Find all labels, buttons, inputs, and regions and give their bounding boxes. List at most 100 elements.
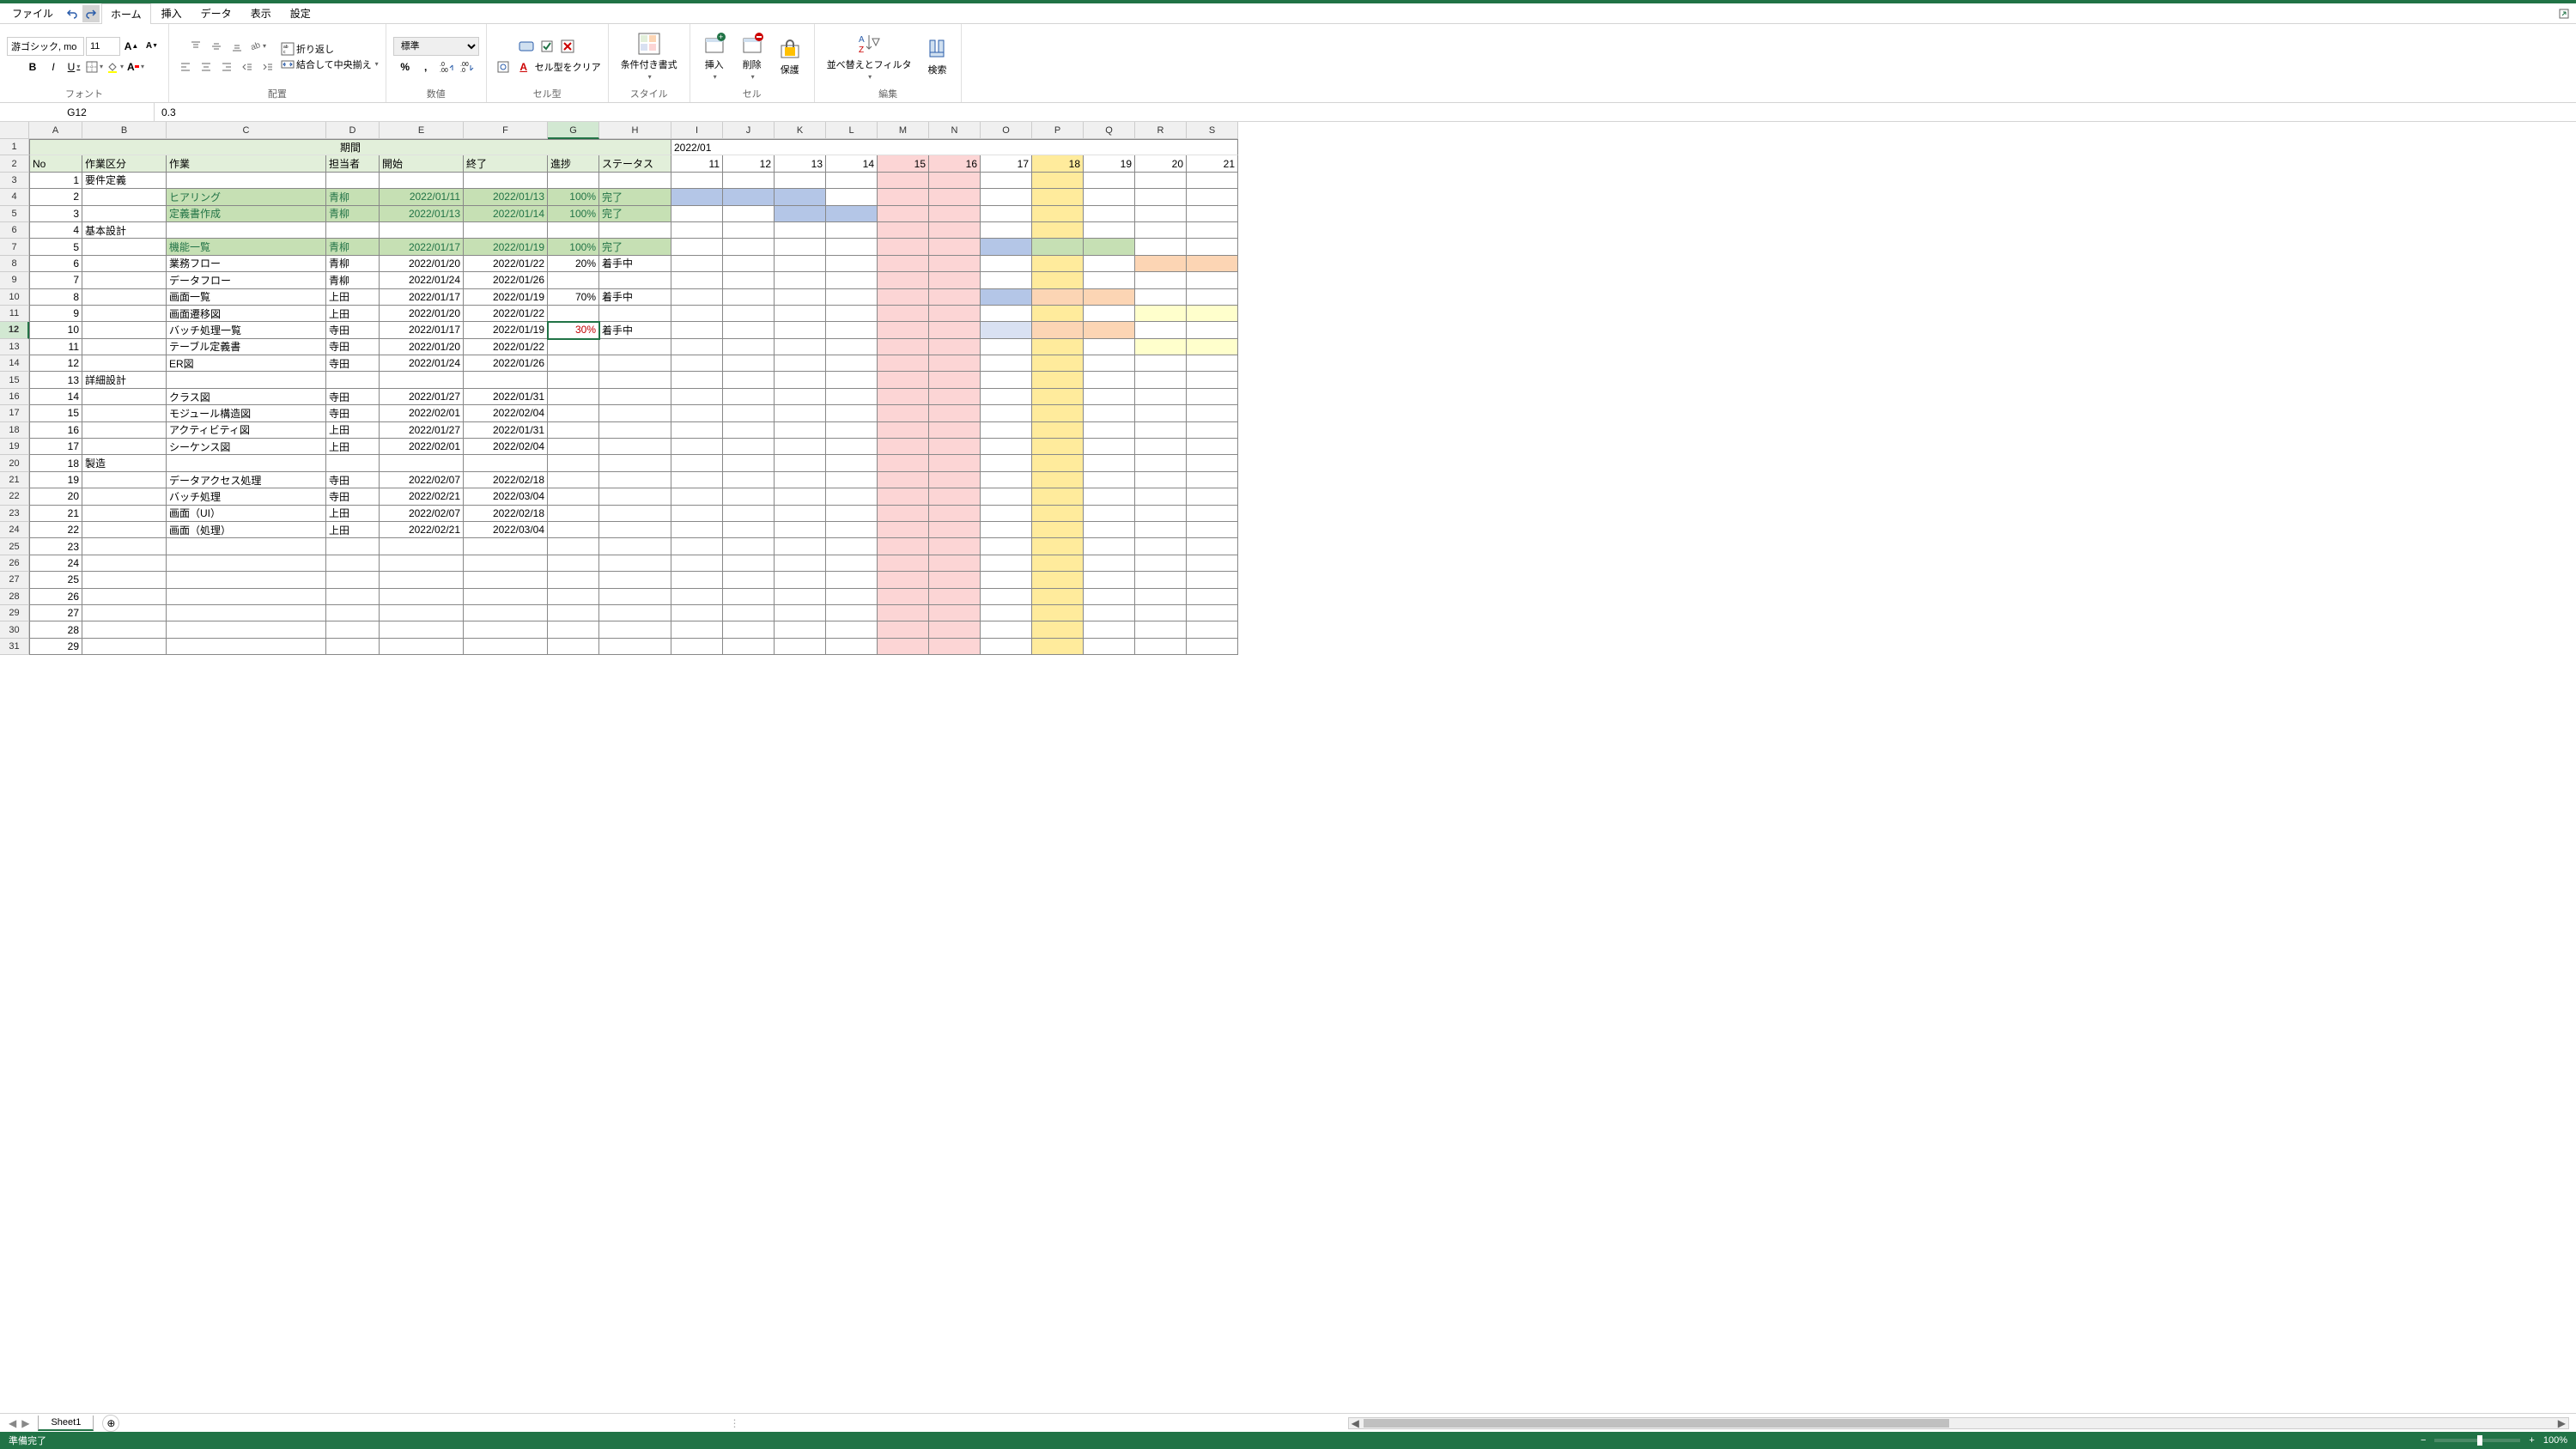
gantt-cell[interactable]	[826, 173, 878, 189]
gantt-cell[interactable]	[1084, 522, 1135, 538]
cell-progress[interactable]: 100%	[548, 239, 599, 255]
cell-no[interactable]: 9	[29, 306, 82, 322]
col-header[interactable]: N	[929, 122, 981, 139]
cell-start[interactable]	[380, 639, 464, 655]
cell-start[interactable]: 2022/02/21	[380, 488, 464, 505]
gantt-cell[interactable]	[1187, 173, 1238, 189]
gantt-cell[interactable]	[775, 256, 826, 272]
cell-category[interactable]	[82, 189, 167, 205]
col-header[interactable]: F	[464, 122, 548, 139]
gantt-cell[interactable]	[1032, 372, 1084, 388]
gantt-cell[interactable]	[723, 605, 775, 621]
day-header[interactable]: 17	[981, 155, 1032, 172]
gantt-cell[interactable]	[929, 372, 981, 388]
decrease-decimal-icon[interactable]: .00.0	[458, 58, 477, 76]
gantt-cell[interactable]	[1032, 506, 1084, 522]
cell-status[interactable]	[599, 372, 671, 388]
gantt-cell[interactable]	[981, 439, 1032, 455]
cell-task[interactable]: 機能一覧	[167, 239, 326, 255]
zoom-slider[interactable]	[2434, 1439, 2520, 1442]
gantt-cell[interactable]	[1135, 639, 1187, 655]
menu-home[interactable]: ホーム	[101, 3, 151, 25]
expand-ribbon-icon[interactable]	[2555, 5, 2573, 22]
gantt-cell[interactable]	[826, 206, 878, 222]
cell-progress[interactable]	[548, 589, 599, 605]
sort-filter-button[interactable]: AZ並べ替えとフィルタ▾	[822, 28, 917, 84]
gantt-cell[interactable]	[878, 538, 929, 555]
gantt-cell[interactable]	[1032, 422, 1084, 439]
cell-status[interactable]	[599, 555, 671, 572]
gantt-cell[interactable]	[775, 522, 826, 538]
gantt-cell[interactable]	[1032, 472, 1084, 488]
gantt-cell[interactable]	[1032, 256, 1084, 272]
fill-color-button[interactable]: ▾	[106, 58, 125, 76]
border-button[interactable]: ▾	[85, 58, 104, 76]
gantt-cell[interactable]	[1084, 339, 1135, 355]
gantt-cell[interactable]	[1187, 272, 1238, 288]
gantt-cell[interactable]	[671, 206, 723, 222]
gantt-cell[interactable]	[826, 472, 878, 488]
gantt-cell[interactable]	[775, 589, 826, 605]
cell-owner[interactable]: 上田	[326, 422, 380, 439]
gantt-cell[interactable]	[981, 422, 1032, 439]
comma-button[interactable]: ,	[416, 58, 435, 76]
gantt-cell[interactable]	[775, 339, 826, 355]
gantt-cell[interactable]	[826, 239, 878, 255]
gantt-cell[interactable]	[826, 639, 878, 655]
cell-end[interactable]	[464, 589, 548, 605]
cell-owner[interactable]: 寺田	[326, 472, 380, 488]
gantt-cell[interactable]	[775, 389, 826, 405]
col-header[interactable]: C	[167, 122, 326, 139]
gantt-cell[interactable]	[1032, 572, 1084, 588]
horizontal-scrollbar[interactable]: ◀ ▶	[1348, 1417, 2569, 1429]
cell-task[interactable]: バッチ処理一覧	[167, 322, 326, 338]
cell-end[interactable]: 2022/01/31	[464, 389, 548, 405]
gantt-cell[interactable]	[671, 538, 723, 555]
cell-task[interactable]	[167, 572, 326, 588]
row-header[interactable]: 3	[0, 173, 29, 189]
gantt-cell[interactable]	[1135, 256, 1187, 272]
button-celltype-icon[interactable]	[517, 37, 536, 56]
row-header[interactable]: 19	[0, 439, 29, 455]
gantt-cell[interactable]	[1135, 405, 1187, 421]
cell-progress[interactable]: 100%	[548, 206, 599, 222]
gantt-cell[interactable]	[878, 306, 929, 322]
clear-celltype-button[interactable]: セル型をクリア	[535, 60, 601, 74]
cell-owner[interactable]	[326, 639, 380, 655]
gantt-cell[interactable]	[878, 439, 929, 455]
gantt-cell[interactable]	[929, 621, 981, 638]
gantt-cell[interactable]	[1135, 472, 1187, 488]
gantt-cell[interactable]	[981, 621, 1032, 638]
gantt-cell[interactable]	[878, 189, 929, 205]
cell-owner[interactable]: 寺田	[326, 339, 380, 355]
gantt-cell[interactable]	[1135, 589, 1187, 605]
day-header[interactable]: 18	[1032, 155, 1084, 172]
gantt-cell[interactable]	[1084, 239, 1135, 255]
gantt-cell[interactable]	[723, 306, 775, 322]
gantt-cell[interactable]	[826, 455, 878, 471]
cell-end[interactable]	[464, 639, 548, 655]
cell-category[interactable]	[82, 422, 167, 439]
cell-owner[interactable]	[326, 572, 380, 588]
cell-category[interactable]: 要件定義	[82, 173, 167, 189]
gantt-cell[interactable]	[826, 405, 878, 421]
cell-progress[interactable]	[548, 555, 599, 572]
cell-category[interactable]	[82, 439, 167, 455]
gantt-cell[interactable]	[1135, 306, 1187, 322]
table-header[interactable]: 作業区分	[82, 155, 167, 172]
col-header[interactable]: L	[826, 122, 878, 139]
undo-icon[interactable]	[64, 5, 81, 22]
gantt-cell[interactable]	[826, 222, 878, 239]
gantt-cell[interactable]	[1084, 173, 1135, 189]
gantt-cell[interactable]	[929, 389, 981, 405]
gantt-cell[interactable]	[1032, 272, 1084, 288]
increase-font-icon[interactable]: A▲	[122, 37, 141, 56]
gantt-cell[interactable]	[981, 222, 1032, 239]
gantt-cell[interactable]	[826, 538, 878, 555]
gantt-cell[interactable]	[826, 372, 878, 388]
gantt-cell[interactable]	[723, 372, 775, 388]
cell-owner[interactable]	[326, 605, 380, 621]
gantt-cell[interactable]	[671, 256, 723, 272]
cell-end[interactable]	[464, 621, 548, 638]
row-header[interactable]: 27	[0, 572, 29, 588]
